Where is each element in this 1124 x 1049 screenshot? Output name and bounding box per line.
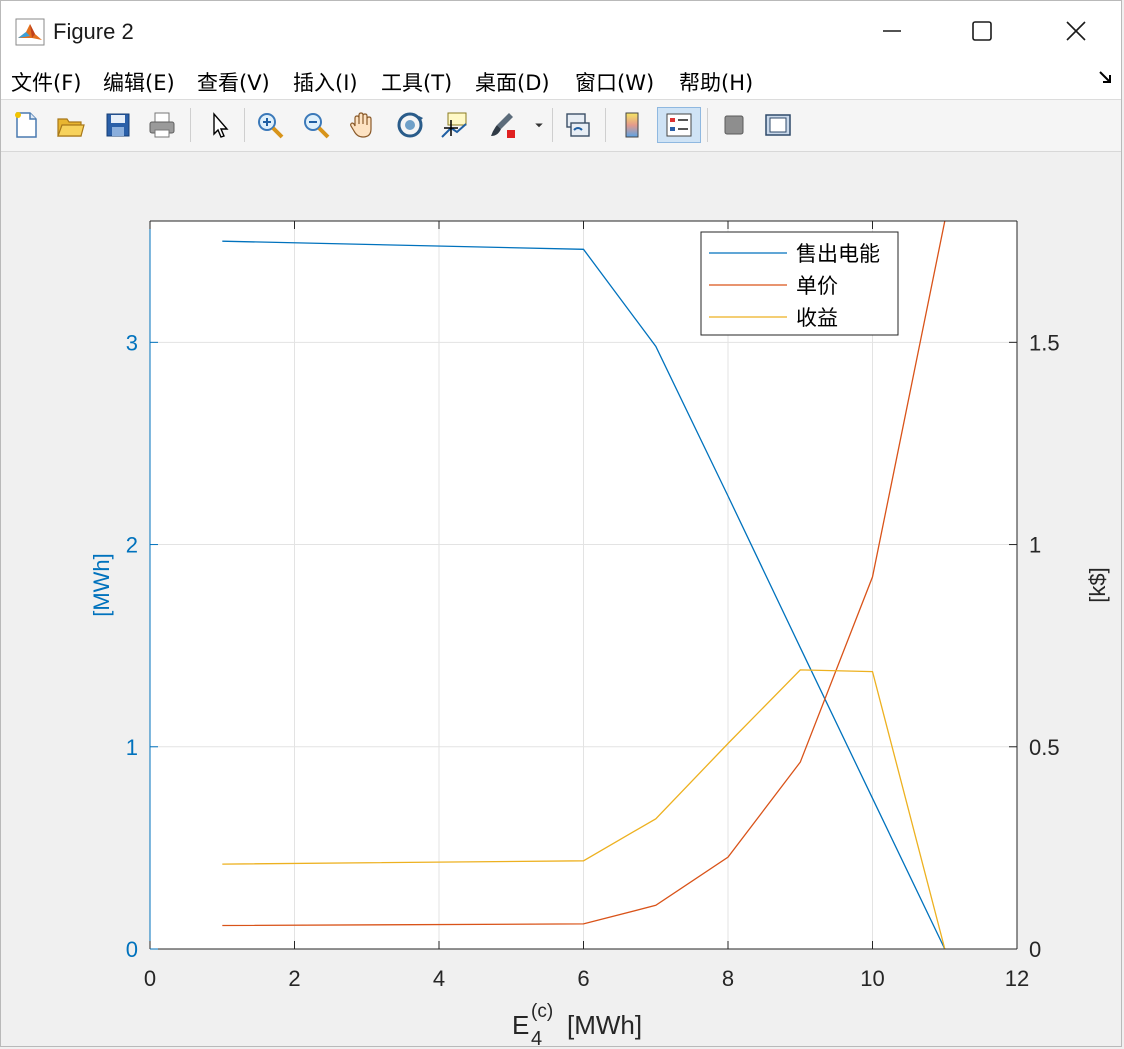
- legend-label-2: 单价: [796, 274, 838, 298]
- x-tick-label: 4: [433, 966, 445, 991]
- y-right-tick-label: 1: [1029, 533, 1041, 558]
- y-left-tick-label: 0: [126, 937, 138, 962]
- x-tick-label: 12: [1005, 966, 1029, 991]
- y-left-tick-label: 1: [126, 735, 138, 760]
- y-left-label: [MWh]: [89, 553, 114, 617]
- x-tick-label: 0: [144, 966, 156, 991]
- plot-area: 0 2 4 6 8 10 12012300.511.5[MWh] [k$]E 4(c) [MWh]…: [89, 220, 1110, 1048]
- y-right-tick-label: 1.5: [1029, 330, 1060, 355]
- x-label-superscript: (c): [531, 1001, 553, 1022]
- y-left-tick-label: 2: [126, 533, 138, 558]
- y-right-tick-label: 0: [1029, 937, 1041, 962]
- x-label-subscript: 4: [531, 1028, 542, 1048]
- y-left-tick-label: 3: [126, 330, 138, 355]
- legend-label-3: 收益: [796, 306, 838, 330]
- y-right-label: [k$]: [1085, 567, 1110, 602]
- y-right-tick-label: 0.5: [1029, 735, 1060, 760]
- x-tick-label: 6: [577, 966, 589, 991]
- legend-label-1: 售出电能: [796, 242, 880, 266]
- figure-window: Figure 2 文件(F) 编辑(E) 查看(V) 插入(I) 工具(T) 桌…: [0, 0, 1122, 1048]
- x-tick-label: 8: [722, 966, 734, 991]
- x-tick-label: 10: [860, 966, 884, 991]
- x-tick-label: 2: [288, 966, 300, 991]
- x-label-unit: [MWh]: [567, 1010, 642, 1040]
- x-label-main: E: [512, 1010, 529, 1040]
